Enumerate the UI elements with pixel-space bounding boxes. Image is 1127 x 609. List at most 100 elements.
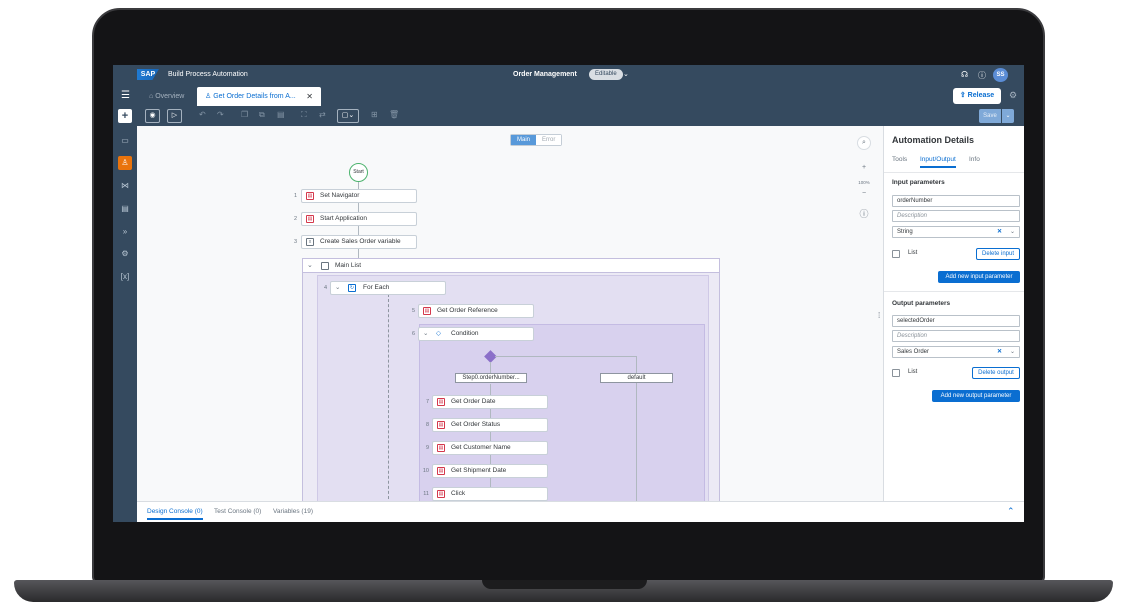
close-icon[interactable]: ✕ — [306, 87, 313, 106]
chevron-down-icon[interactable]: ⌄ — [1010, 347, 1015, 357]
avatar[interactable]: SS — [993, 68, 1008, 82]
group-header[interactable]: ⌄ Main List — [303, 259, 719, 273]
laptop-notch — [482, 580, 647, 589]
save-button[interactable]: Save — [979, 109, 1001, 123]
input-parameters-heading: Input parameters — [892, 179, 945, 186]
step-set-navigator[interactable]: ▤ Set Navigator — [301, 189, 417, 203]
add-input-parameter-button[interactable]: Add new input parameter — [938, 271, 1020, 283]
redo-icon[interactable]: ↷ — [217, 110, 224, 119]
help-icon[interactable]: ⓘ — [978, 70, 986, 81]
input-name-field[interactable]: orderNumber — [892, 195, 1020, 207]
delete-icon[interactable]: 🗑 — [389, 110, 399, 119]
step-number: 6 — [411, 331, 415, 337]
zoom-controls: ⌕ + 100% − ⓘ — [853, 134, 875, 234]
clear-icon[interactable]: ✕ — [997, 347, 1002, 357]
step-get-order-date[interactable]: ▤ Get Order Date — [432, 395, 548, 409]
screen-step-icon: ▤ — [306, 215, 314, 223]
panel-resize-handle[interactable]: ⁞ — [878, 311, 880, 320]
segment-main[interactable]: Main — [511, 135, 537, 145]
chevron-down-icon[interactable]: ⌄ — [1010, 227, 1015, 237]
tab-input-output[interactable]: Input/Output — [920, 156, 956, 168]
process-icon[interactable]: ⋈ — [118, 179, 132, 193]
output-name-field[interactable]: selectedOrder — [892, 315, 1020, 327]
expand-icon[interactable]: ⛶ — [301, 110, 307, 120]
layout-dropdown[interactable]: ▢⌄ — [337, 109, 359, 123]
menu-icon[interactable]: ☰ — [121, 90, 130, 101]
screen-step-icon: ▤ — [423, 307, 431, 315]
step-get-shipment-date[interactable]: ▤ Get Shipment Date — [432, 464, 548, 478]
sap-logo[interactable]: SAP — [137, 69, 159, 80]
play-icon[interactable]: ▷ — [167, 109, 182, 123]
tab-test-console[interactable]: Test Console (0) — [214, 508, 261, 515]
branch-condition-left[interactable]: Step0.orderNumber... — [455, 373, 527, 383]
gear-icon[interactable]: ⚙ — [1009, 90, 1017, 101]
chevron-down-icon[interactable]: ⌄ — [623, 70, 629, 78]
copy-icon[interactable]: ❐ — [241, 110, 248, 119]
step-label: Get Order Reference — [437, 307, 498, 314]
variable-icon[interactable]: [x] — [118, 270, 132, 284]
input-type-select[interactable]: String ✕ ⌄ — [892, 226, 1020, 238]
step-get-order-reference[interactable]: ▤ Get Order Reference — [418, 304, 534, 318]
tab-overview-label: Overview — [155, 93, 185, 100]
tab-automation[interactable]: ♙ Get Order Details from A... ✕ — [197, 87, 321, 106]
tab-overview[interactable]: ⌂ Overview — [141, 87, 192, 106]
chevron-down-icon[interactable]: ⌄ — [335, 282, 340, 294]
group-icon[interactable]: ⊞ — [371, 110, 378, 119]
screen-icon[interactable]: ▭ — [118, 134, 132, 148]
document-icon[interactable]: ▤ — [118, 202, 132, 216]
delete-input-button[interactable]: Delete input — [976, 248, 1020, 260]
app-screen: SAP Build Process Automation Order Manag… — [113, 65, 1024, 522]
step-number: 3 — [293, 239, 297, 245]
delete-output-button[interactable]: Delete output — [972, 367, 1020, 379]
chevron-down-icon[interactable]: ⌄ — [423, 328, 428, 340]
chevron-up-icon[interactable]: ⌃ — [1007, 506, 1015, 517]
tab-variables[interactable]: Variables (19) — [273, 508, 313, 515]
start-node[interactable]: Start — [349, 163, 368, 182]
tab-design-console[interactable]: Design Console (0) — [147, 508, 203, 520]
paste-icon[interactable]: ▤ — [277, 110, 285, 119]
forward-icon[interactable]: » — [118, 225, 132, 239]
input-type-value: String — [897, 229, 913, 235]
branch-default[interactable]: default — [600, 373, 673, 383]
project-title[interactable]: Order Management — [513, 71, 577, 78]
save-dropdown-icon[interactable]: ⌄ — [1002, 109, 1014, 123]
undo-icon[interactable]: ↶ — [199, 110, 206, 119]
step-for-each[interactable]: ⌄ ↻ For Each — [330, 281, 446, 295]
announcement-icon[interactable]: ☊ — [961, 70, 968, 79]
step-number: 4 — [323, 285, 327, 291]
input-description-field[interactable]: Description — [892, 210, 1020, 222]
input-list-label: List — [908, 250, 918, 256]
clear-icon[interactable]: ✕ — [997, 227, 1002, 237]
settings-flow-icon[interactable]: ⚙ — [118, 247, 132, 261]
step-click[interactable]: ▤ Click — [432, 487, 548, 501]
zoom-out-icon[interactable]: − — [857, 188, 871, 202]
tab-info[interactable]: Info — [969, 156, 980, 163]
step-start-application[interactable]: ▤ Start Application — [301, 212, 417, 226]
robot-nav-icon[interactable]: ♙ — [118, 156, 132, 170]
tab-tools[interactable]: Tools — [892, 156, 907, 163]
step-condition[interactable]: ⌄ ◇ Condition — [418, 327, 534, 341]
output-list-label: List — [908, 369, 918, 375]
add-icon[interactable]: + — [118, 109, 132, 123]
segment-error[interactable]: Error — [536, 135, 562, 145]
input-list-checkbox[interactable] — [892, 250, 900, 258]
info-icon[interactable]: ⓘ — [857, 208, 871, 222]
step-create-variable[interactable]: x Create Sales Order variable — [301, 235, 417, 249]
chevron-down-icon[interactable]: ⌄ — [307, 259, 313, 273]
screen-step-icon: ▤ — [437, 490, 445, 498]
swap-icon[interactable]: ⇄ — [319, 110, 326, 119]
search-icon[interactable]: ⌕ — [857, 136, 871, 150]
step-get-order-status[interactable]: ▤ Get Order Status — [432, 418, 548, 432]
debug-icon[interactable]: ◉ — [145, 109, 160, 123]
release-button[interactable]: ⇪ Release — [953, 88, 1001, 104]
output-description-field[interactable]: Description — [892, 330, 1020, 342]
loop-connector — [388, 294, 389, 501]
output-type-select[interactable]: Sales Order ✕ ⌄ — [892, 346, 1020, 358]
main-error-toggle[interactable]: Main Error — [510, 134, 563, 146]
zoom-in-icon[interactable]: + — [857, 162, 871, 176]
step-get-customer-name[interactable]: ▤ Get Customer Name — [432, 441, 548, 455]
workflow-canvas[interactable]: Main Error Start 1 ▤ Set Navigator 2 ▤ S… — [137, 126, 883, 501]
cut-icon[interactable]: ⧉ — [259, 110, 265, 120]
add-output-parameter-button[interactable]: Add new output parameter — [932, 390, 1020, 402]
output-list-checkbox[interactable] — [892, 369, 900, 377]
